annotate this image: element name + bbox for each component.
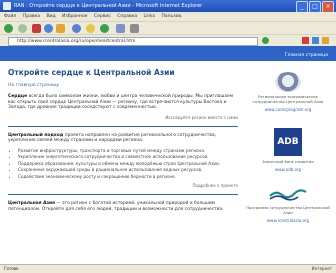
- bullet-list: Развитие инфраструктуры, транспорта и то…: [18, 148, 238, 179]
- sidebar: Региональное экономическое сотрудничеств…: [246, 68, 330, 223]
- menu-user[interactable]: Пользов.: [162, 14, 183, 19]
- approach-paragraph: Центральный подход проекта направлен на …: [8, 133, 238, 144]
- region-bold: Центральная Азия: [8, 201, 55, 206]
- toolbar: [0, 21, 336, 35]
- menu-tools[interactable]: Сервис: [94, 14, 111, 19]
- sidebar-block1-text: Региональное экономическое сотрудничеств…: [252, 94, 324, 104]
- mail-icon[interactable]: [116, 24, 125, 33]
- addon-icon-2[interactable]: [312, 37, 319, 44]
- site-header: Главная страница: [0, 46, 336, 61]
- list-item: Поддержка образования, культуры и обмена…: [18, 161, 238, 166]
- header-home-link[interactable]: Главная страница: [285, 53, 328, 58]
- sidebar-block2-text: Азиатский банк развития: [262, 159, 314, 164]
- back-link[interactable]: На главную страницу: [8, 83, 238, 88]
- list-item: Укрепление энергетического сотрудничеств…: [18, 154, 238, 159]
- sidebar-block2-link[interactable]: www.adb.org: [246, 167, 330, 172]
- print-icon[interactable]: [130, 24, 139, 33]
- sidebar-block1-link[interactable]: www.carecprogram.org: [246, 107, 330, 112]
- addon-icon-3[interactable]: [322, 37, 329, 44]
- menu-help[interactable]: Справка: [117, 14, 137, 19]
- region-paragraph: Центральная Азия — это регион с богатой …: [8, 201, 238, 212]
- address-url: http://www.rcentralasia.org/ru/openheart…: [17, 39, 136, 44]
- page-content: Главная страница Откройте сердце к Центр…: [0, 46, 336, 264]
- menu-file[interactable]: Файл: [4, 14, 16, 19]
- addon-icon[interactable]: [302, 37, 309, 44]
- list-item: Развитие инфраструктуры, транспорта и то…: [18, 148, 238, 153]
- window-title: RAN : Откройте сердце к Центральной Азии…: [14, 3, 203, 9]
- browser-window: RAN : Откройте сердце к Центральной Азии…: [0, 0, 336, 273]
- page-title: Откройте сердце к Центральной Азии: [8, 68, 175, 77]
- favorites-icon[interactable]: [86, 24, 95, 33]
- main-column: Откройте сердце к Центральной Азии На гл…: [8, 68, 238, 216]
- back-icon[interactable]: [4, 24, 13, 33]
- list-item: Содействие экономическому росту и сокращ…: [18, 174, 238, 179]
- intro-text: всегда было символом жизни, любви и цент…: [8, 94, 234, 111]
- media-icon[interactable]: [100, 24, 109, 33]
- menu-view[interactable]: Вид: [46, 14, 55, 19]
- go-icon[interactable]: [262, 37, 269, 44]
- address-input[interactable]: http://www.rcentralasia.org/ru/openheart…: [8, 37, 258, 46]
- forward-icon[interactable]: [18, 24, 27, 33]
- search-icon[interactable]: [72, 24, 81, 33]
- intro-paragraph: Сердце всегда было символом жизни, любви…: [8, 94, 238, 111]
- list-item: Сохранение окружающей среды и рациональн…: [18, 167, 238, 172]
- menu-bar: Файл Правка Вид Избранное Сервис Справка…: [0, 12, 336, 21]
- stop-icon[interactable]: [32, 24, 41, 33]
- menu-links[interactable]: Links: [144, 14, 156, 19]
- refresh-icon[interactable]: [44, 24, 53, 33]
- browser-app-icon: [3, 2, 11, 10]
- adb-logo[interactable]: ADB: [274, 128, 302, 156]
- menu-edit[interactable]: Правка: [23, 14, 40, 19]
- intro-bold: Сердце: [8, 94, 28, 99]
- home-icon[interactable]: [56, 24, 65, 33]
- wave-logo-graphic: [269, 189, 307, 201]
- sidebar-block3-link[interactable]: www.rcentralasia.org: [246, 218, 330, 223]
- title-bar: RAN : Откройте сердце к Центральной Азии…: [0, 0, 336, 13]
- intro-right-note[interactable]: Исследуйте регион вместе с нами: [8, 115, 239, 120]
- section-divider: [8, 125, 238, 127]
- section-divider-2: [8, 194, 238, 195]
- sidebar-block3-text: Программа сотрудничества Центральной Ази…: [246, 205, 330, 215]
- bullets-right-note[interactable]: Подробнее о проекте: [8, 183, 238, 188]
- menu-favorites[interactable]: Избранное: [62, 14, 88, 19]
- carec-logo[interactable]: [275, 72, 301, 92]
- wave-logo[interactable]: [268, 186, 308, 202]
